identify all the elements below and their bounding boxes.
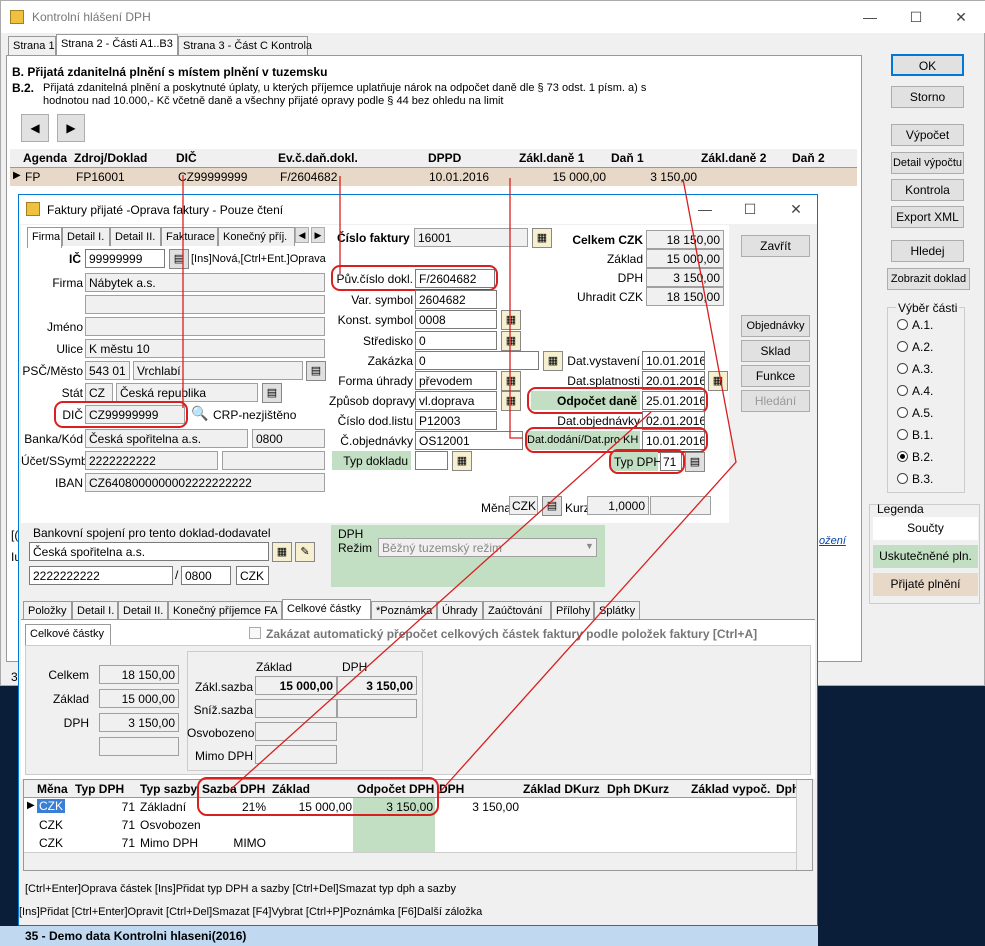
arrow-odpocet [229, 411, 652, 791]
vat-odpocet-highlight [197, 777, 439, 816]
annotation-overlay [182, 175, 737, 816]
arrow-dan1 [438, 178, 737, 794]
arrow-dppd [509, 178, 523, 439]
status-bar: 35 - Demo data Kontrolni hlaseni(2016) [0, 926, 818, 946]
